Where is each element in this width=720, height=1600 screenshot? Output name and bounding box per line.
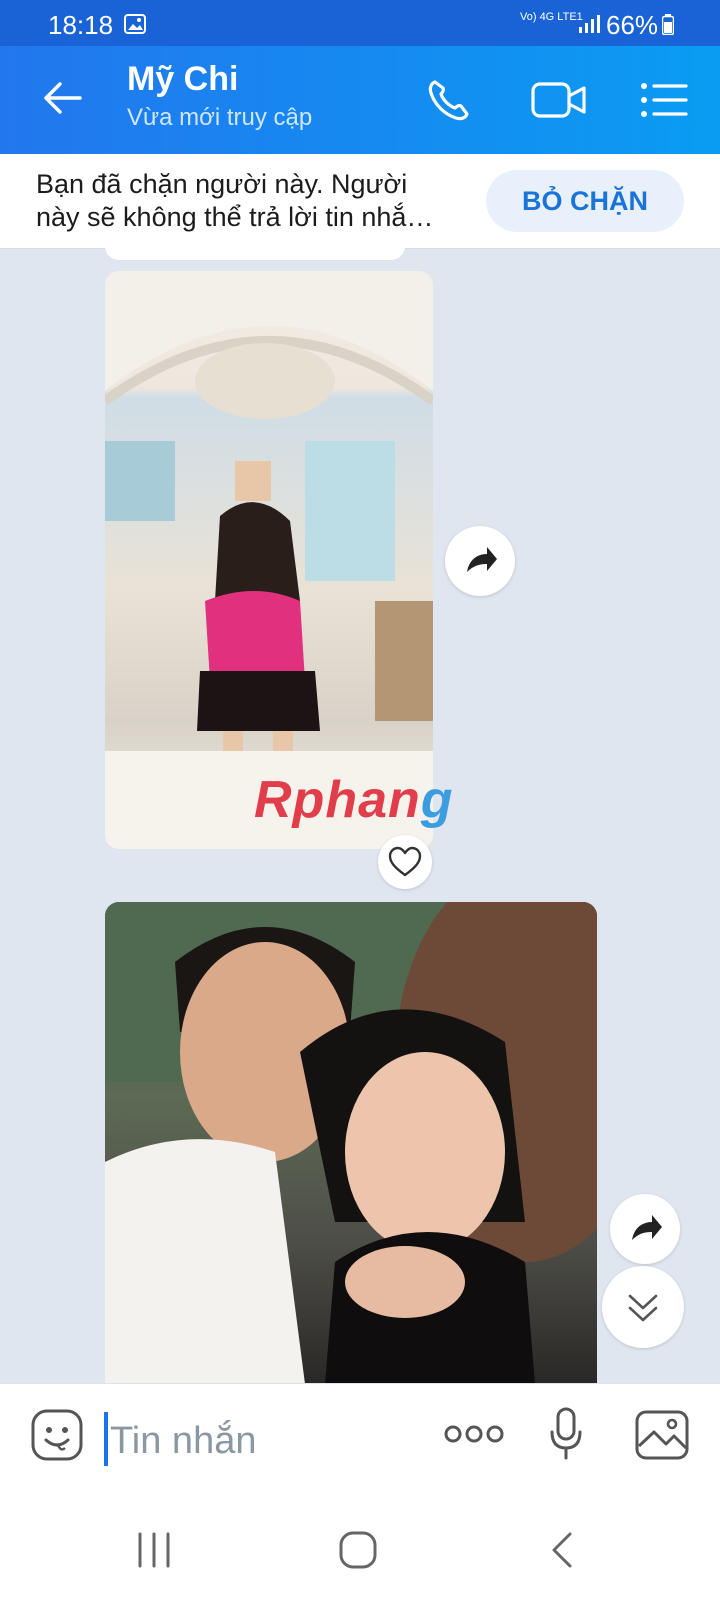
heart-icon — [388, 846, 422, 877]
message-input[interactable] — [108, 1414, 412, 1468]
recent-apps-icon[interactable] — [136, 1530, 172, 1570]
double-chevron-down-icon — [628, 1294, 658, 1322]
forward-button[interactable] — [445, 526, 515, 596]
photo-message[interactable] — [105, 271, 433, 849]
photo-mirror-selfie — [105, 271, 433, 849]
signal-icon — [579, 15, 600, 33]
network-label: Vo) 4G LTE1 — [520, 11, 583, 23]
status-bar: 18:18 Vo) 4G LTE1 66% — [0, 0, 720, 46]
forward-button[interactable] — [610, 1194, 680, 1264]
contact-name[interactable]: Mỹ Chi — [127, 60, 238, 99]
gallery-notification-icon — [124, 14, 146, 34]
phone-icon[interactable] — [425, 76, 473, 124]
like-reaction-button[interactable] — [378, 835, 432, 889]
forward-arrow-icon — [632, 1215, 662, 1240]
chat-header: Mỹ Chi Vừa mới truy cập — [0, 46, 720, 154]
unblock-button[interactable]: BỎ CHẶN — [486, 170, 684, 232]
home-icon[interactable] — [338, 1530, 378, 1570]
system-navigation-bar — [0, 1500, 720, 1600]
back-nav-icon[interactable] — [548, 1530, 576, 1570]
scroll-to-bottom-button[interactable] — [602, 1266, 684, 1348]
video-camera-icon[interactable] — [530, 76, 588, 124]
status-time: 18:18 — [48, 10, 114, 40]
previous-message-bubble[interactable] — [105, 234, 405, 260]
battery-icon — [662, 14, 674, 35]
blocked-message: Bạn đã chặn người này. Người này sẽ khôn… — [36, 169, 434, 232]
message-composer — [0, 1383, 720, 1501]
battery-percent: 66% — [606, 10, 659, 40]
forward-arrow-icon — [467, 547, 497, 572]
sticker-emoji-icon[interactable] — [30, 1408, 84, 1462]
image-gallery-icon[interactable] — [634, 1408, 690, 1462]
back-arrow-icon[interactable] — [40, 76, 84, 120]
watermark-logo: Rphang — [254, 771, 454, 829]
more-options-icon[interactable] — [444, 1422, 504, 1446]
photo-message[interactable] — [105, 902, 597, 1384]
photo-couple-selfie — [105, 902, 597, 1384]
microphone-icon[interactable] — [548, 1406, 584, 1462]
contact-status: Vừa mới truy cập — [127, 104, 313, 131]
menu-list-icon[interactable] — [640, 80, 688, 120]
